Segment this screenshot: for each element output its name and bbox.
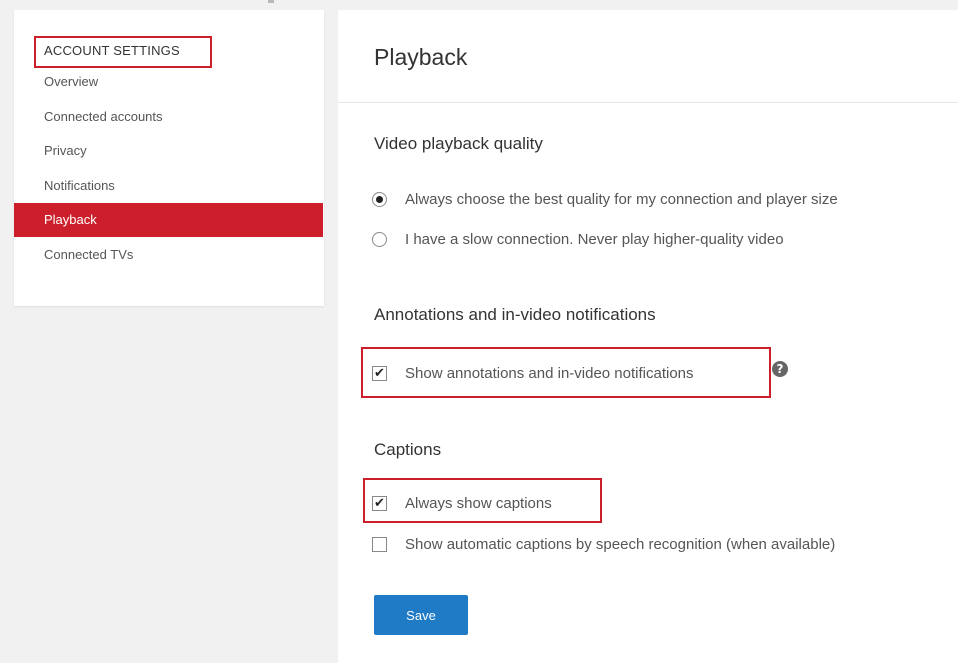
playback-settings-panel: Playback Video playback quality Always c… [338, 10, 958, 663]
question-mark-icon[interactable]: ? [772, 361, 788, 377]
save-button[interactable]: Save [374, 595, 468, 635]
sidebar-item-playback[interactable]: Playback [14, 203, 323, 237]
sidebar-item-label: Notifications [44, 178, 115, 193]
sidebar-item-label: Connected TVs [44, 247, 134, 262]
top-edge-mark [268, 0, 274, 3]
annotations-checkbox[interactable]: ✔ [372, 365, 387, 381]
quality-option-label: Always choose the best quality for my co… [405, 190, 838, 208]
sidebar-item-privacy[interactable]: Privacy [14, 134, 323, 168]
quality-option-best[interactable]: Always choose the best quality for my co… [372, 185, 838, 213]
annotations-option-label: Show annotations and in-video notificati… [405, 364, 694, 382]
sidebar-item-connected-accounts[interactable]: Connected accounts [14, 100, 323, 134]
sidebar-item-label: Overview [44, 74, 99, 89]
quality-option-slow[interactable]: I have a slow connection. Never play hig… [372, 225, 784, 253]
radio-best-quality[interactable] [372, 191, 387, 207]
sidebar-item-label: Privacy [44, 143, 87, 158]
account-settings-sidebar: ACCOUNT SETTINGS Overview Connected acco… [14, 10, 324, 306]
always-captions-checkbox[interactable]: ✔ [372, 495, 387, 511]
automatic-captions-checkbox[interactable] [372, 536, 387, 552]
page-title: Playback [374, 44, 468, 70]
sidebar-item-label: Connected accounts [44, 109, 163, 124]
quality-option-label: I have a slow connection. Never play hig… [405, 230, 784, 248]
annotations-option[interactable]: ✔ Show annotations and in-video notifica… [372, 359, 694, 387]
captions-always-option[interactable]: ✔ Always show captions [372, 489, 552, 517]
annotations-section-heading: Annotations and in-video notifications [374, 305, 656, 324]
title-divider [338, 102, 958, 103]
captions-section-heading: Captions [374, 440, 442, 459]
captions-option-label: Show automatic captions by speech recogn… [405, 535, 836, 553]
quality-section-heading: Video playback quality [374, 134, 543, 153]
sidebar-item-connected-tvs[interactable]: Connected TVs [14, 238, 323, 272]
radio-slow-connection[interactable] [372, 231, 387, 247]
sidebar-item-notifications[interactable]: Notifications [14, 169, 323, 203]
sidebar-item-overview[interactable]: Overview [14, 65, 323, 99]
sidebar-item-label: Playback [44, 212, 97, 227]
captions-option-label: Always show captions [405, 494, 552, 512]
sidebar-heading: ACCOUNT SETTINGS [44, 43, 180, 58]
captions-automatic-option[interactable]: Show automatic captions by speech recogn… [372, 530, 835, 558]
